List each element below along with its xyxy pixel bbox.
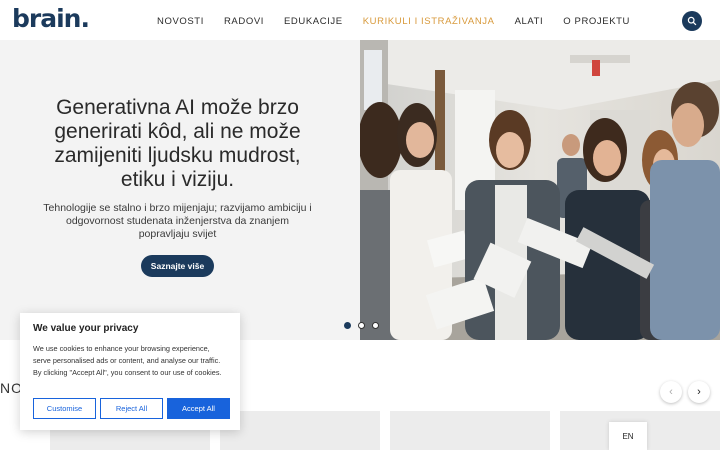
slider-dot-3[interactable] bbox=[372, 322, 379, 329]
nav-item-radovi[interactable]: RADOVI bbox=[224, 16, 264, 27]
accept-all-button[interactable]: Accept All bbox=[167, 398, 230, 419]
nav-item-kurikuli[interactable]: KURIKULI I ISTRAŽIVANJA bbox=[363, 16, 495, 27]
slider-dot-2[interactable] bbox=[358, 322, 365, 329]
cookie-actions: Customise Reject All Accept All bbox=[33, 398, 230, 419]
cookie-title: We value your privacy bbox=[33, 323, 139, 334]
reject-all-button[interactable]: Reject All bbox=[100, 398, 163, 419]
search-icon bbox=[687, 16, 697, 26]
news-card[interactable] bbox=[220, 411, 380, 450]
nav-item-novosti[interactable]: NOVOSTI bbox=[157, 16, 204, 27]
cookie-consent-banner: We value your privacy We use cookies to … bbox=[20, 313, 240, 430]
carousel-prev-button[interactable]: ‹ bbox=[660, 381, 682, 403]
language-switcher[interactable]: EN bbox=[609, 422, 647, 450]
nav-item-o-projektu[interactable]: O PROJEKTU bbox=[563, 16, 630, 27]
carousel-next-button[interactable]: › bbox=[688, 381, 710, 403]
main-nav: NOVOSTI RADOVI EDUKACIJE KURIKULI I ISTR… bbox=[157, 16, 650, 27]
hero-title: Generativna AI može brzo generirati kôd,… bbox=[54, 96, 301, 191]
slider-pagination bbox=[344, 322, 379, 329]
customise-button[interactable]: Customise bbox=[33, 398, 96, 419]
hero-subtitle: Tehnologije se stalno i brzo mijenjaju; … bbox=[43, 202, 312, 240]
hero-slider: Generativna AI može brzo generirati kôd,… bbox=[0, 40, 720, 340]
brand-logo[interactable]: brain. bbox=[12, 4, 90, 33]
hero-photo-students bbox=[360, 40, 720, 340]
nav-item-edukacije[interactable]: EDUKACIJE bbox=[284, 16, 343, 27]
hero-text-block: Generativna AI može brzo generirati kôd,… bbox=[40, 96, 315, 277]
chevron-right-icon: › bbox=[697, 386, 701, 398]
nav-item-alati[interactable]: ALATI bbox=[515, 16, 544, 27]
cookie-text: We use cookies to enhance your browsing … bbox=[33, 344, 222, 377]
news-card[interactable] bbox=[390, 411, 550, 450]
site-header: brain. NOVOSTI RADOVI EDUKACIJE KURIKULI… bbox=[0, 0, 720, 40]
learn-more-button[interactable]: Saznajte više bbox=[140, 255, 215, 277]
slider-dot-1[interactable] bbox=[344, 322, 351, 329]
search-button[interactable] bbox=[682, 11, 702, 31]
chevron-left-icon: ‹ bbox=[669, 386, 673, 398]
